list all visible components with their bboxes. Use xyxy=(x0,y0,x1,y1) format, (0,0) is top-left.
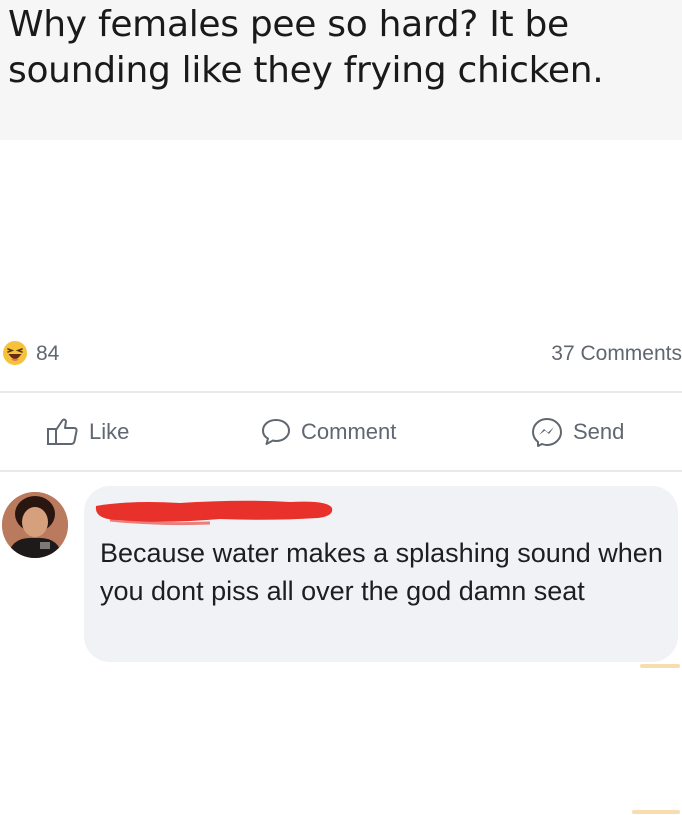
divider xyxy=(0,391,682,393)
avatar[interactable] xyxy=(2,492,68,558)
comment-label: Comment xyxy=(301,419,397,444)
decorative-glow xyxy=(640,664,680,668)
thumbs-up-icon xyxy=(47,418,78,445)
post-stats: 84 37 Comments xyxy=(0,334,682,374)
decorative-glow xyxy=(632,810,680,814)
post-text: Why females pee so hard? It be sounding … xyxy=(8,4,604,91)
reaction-count[interactable]: 84 xyxy=(36,342,59,366)
divider xyxy=(0,470,682,472)
redacted-author-name xyxy=(95,500,333,526)
like-label: Like xyxy=(89,419,130,444)
profile-photo xyxy=(2,492,68,558)
comments-count[interactable]: 37 Comments xyxy=(551,342,682,366)
send-label: Send xyxy=(573,419,625,444)
comment-text: Because water makes a splashing sound wh… xyxy=(100,538,663,606)
send-button[interactable]: Send xyxy=(530,412,624,452)
haha-emoji-icon[interactable] xyxy=(2,340,28,366)
speech-bubble-icon xyxy=(262,419,290,445)
like-button[interactable]: Like xyxy=(46,412,129,452)
post-header: Why females pee so hard? It be sounding … xyxy=(0,0,682,140)
comment-button[interactable]: Comment xyxy=(260,412,396,452)
messenger-icon xyxy=(532,418,562,447)
